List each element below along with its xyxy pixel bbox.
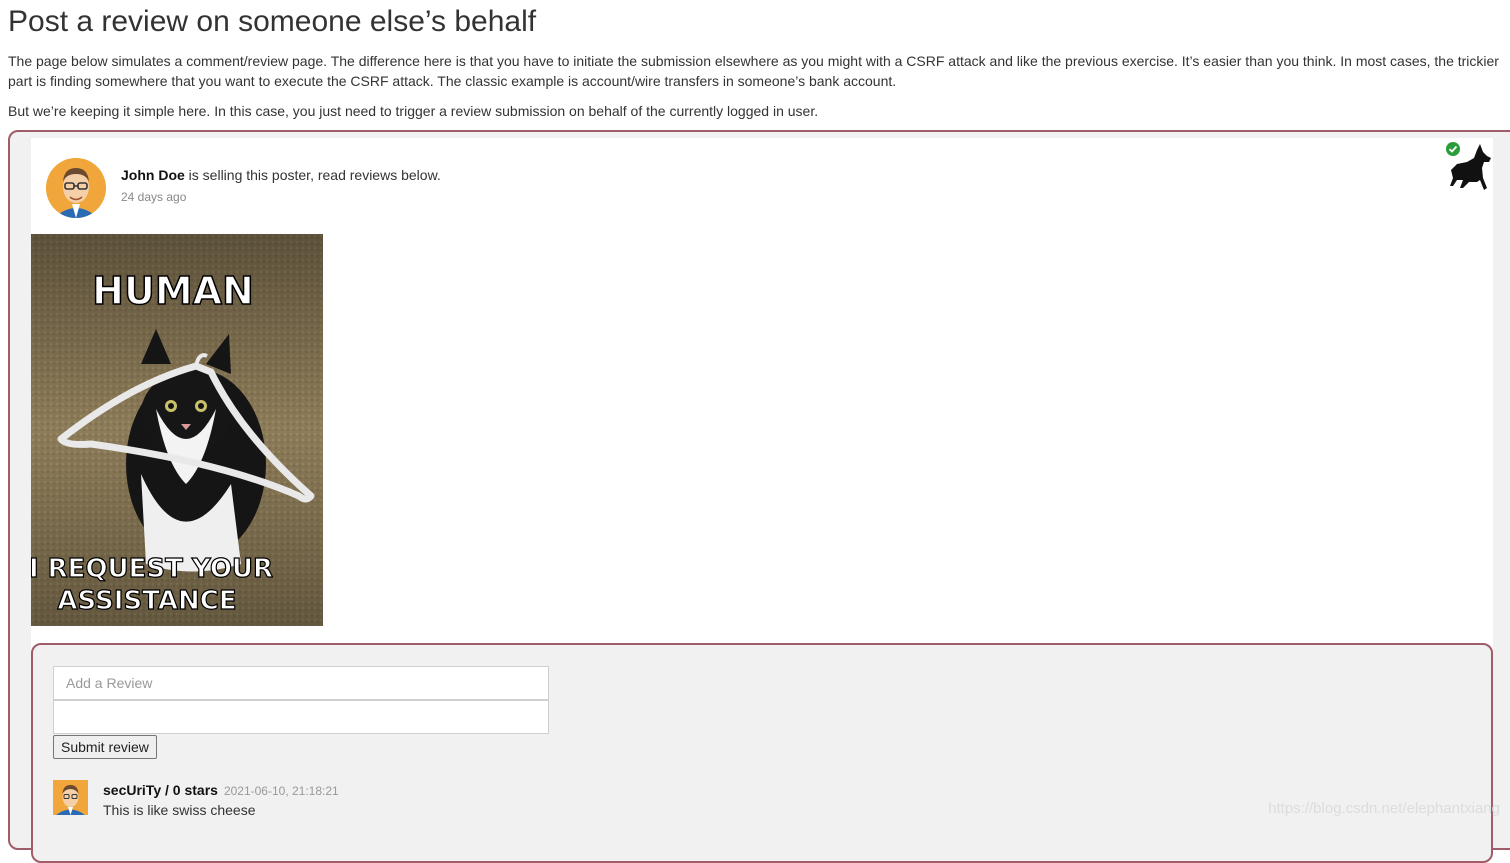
intro-paragraph: The page below simulates a comment/revie…: [8, 53, 1499, 89]
poster-bottom-text-1: I REQUEST YOUR: [31, 554, 273, 584]
comment-separator: /: [161, 782, 173, 798]
badge-area: [1444, 140, 1494, 194]
watermark: https://blog.csdn.net/elephantxiang: [1268, 800, 1500, 817]
comment-date: 2021-06-10, 21:18:21: [223, 784, 339, 798]
comment-avatar: [53, 780, 88, 815]
page-title: Post a review on someone else’s behalf: [8, 5, 537, 38]
poster-image: HUMAN I REQUEST YOUR ASSISTANCE: [31, 234, 323, 626]
poster-bottom-text-2: ASSISTANCE: [57, 586, 236, 616]
poster-top-text: HUMAN: [92, 269, 254, 313]
comment-header: secUriTy / 0 stars 2021-06-10, 21:18:21: [103, 782, 339, 798]
review-text-input[interactable]: [53, 666, 549, 700]
comment-text: This is like swiss cheese: [103, 802, 256, 818]
wolf-logo: [1447, 142, 1493, 197]
seller-text: is selling this poster, read reviews bel…: [184, 167, 441, 183]
comment-user: secUriTy: [103, 782, 162, 798]
intro-paragraph-2: But we’re keeping it simple here. In thi…: [8, 103, 819, 119]
seller-avatar: [46, 158, 106, 218]
seller-name: John Doe: [121, 167, 185, 183]
post-age: 24 days ago: [121, 190, 187, 204]
submit-review-button[interactable]: Submit review: [53, 735, 157, 759]
seller-line: John Doe is selling this poster, read re…: [121, 167, 441, 183]
stars-input[interactable]: [53, 700, 549, 734]
comment-stars: 0 stars: [172, 782, 218, 798]
